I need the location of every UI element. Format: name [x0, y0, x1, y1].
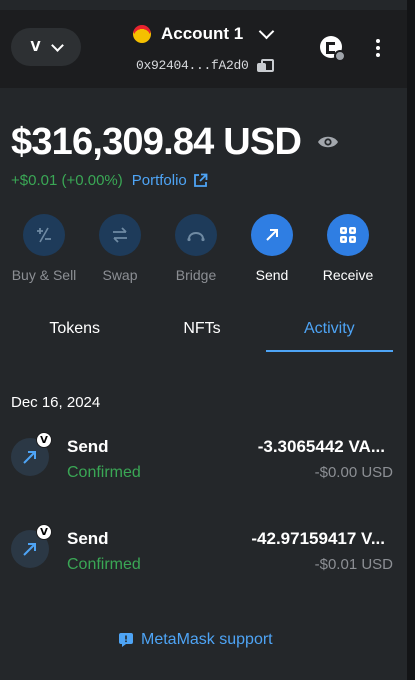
bridge-label: Bridge [175, 267, 217, 283]
account-avatar-icon [133, 25, 151, 43]
buy-sell-label: Buy & Sell [11, 267, 77, 283]
total-balance: $316,309.84 USD [11, 121, 302, 163]
network-badge: V [36, 524, 52, 540]
bridge-circle [175, 214, 217, 256]
connected-site-icon[interactable] [318, 34, 346, 62]
balance-change: +$0.01 (+0.00%) [11, 172, 123, 189]
support-chat-icon [119, 633, 133, 647]
account-selector[interactable]: Account 1 [133, 23, 275, 44]
chevron-down-icon [258, 23, 275, 39]
activity-date: Dec 16, 2024 [11, 394, 101, 411]
network-selector[interactable]: V [11, 28, 81, 66]
send-label: Send [255, 267, 289, 283]
swap-circle [99, 214, 141, 256]
swap-arrows-icon [113, 227, 127, 243]
send-button[interactable]: Send [234, 214, 310, 283]
receive-label: Receive [322, 267, 374, 283]
support-label: MetaMask support [141, 631, 273, 648]
chevron-down-icon [50, 38, 64, 52]
network-badge: V [36, 432, 52, 448]
buy-sell-circle [23, 214, 65, 256]
support-link[interactable]: MetaMask support [118, 631, 273, 649]
receive-button[interactable]: Receive [310, 214, 386, 283]
more-options-icon[interactable] [368, 38, 388, 58]
bridge-button[interactable]: Bridge [158, 214, 234, 283]
transaction-status: Confirmed [67, 464, 141, 481]
wallet-panel: V Account 1 0x92404...fA2d0 $316,309.84 … [0, 0, 407, 680]
external-link-icon [193, 173, 208, 187]
transaction-type: Send [67, 529, 109, 548]
transaction-status: Confirmed [67, 556, 141, 573]
tab-nfts[interactable]: NFTs [138, 310, 265, 348]
receive-circle [327, 214, 369, 256]
address-copy-button[interactable]: 0x92404...fA2d0 [136, 58, 274, 73]
tab-tokens[interactable]: Tokens [11, 310, 138, 348]
transaction-amount: -3.3065442 VA... [257, 437, 385, 456]
transaction-fiat: -$0.01 USD [314, 556, 393, 573]
tab-activity[interactable]: Activity [265, 310, 394, 352]
action-buttons: Buy & Sell Swap Bridge Send Receive [6, 214, 390, 283]
balance-section: $316,309.84 USD [11, 118, 339, 166]
swap-button[interactable]: Swap [82, 214, 158, 283]
asset-tabs: Tokens NFTs Activity [11, 310, 394, 354]
transaction-row[interactable]: V Send Confirmed -3.3065442 VA... -$0.00… [0, 432, 407, 494]
account-name: Account 1 [161, 24, 244, 43]
transaction-row[interactable]: V Send Confirmed -42.97159417 V... -$0.0… [0, 524, 407, 586]
plus-minus-icon [37, 227, 51, 243]
swap-label: Swap [102, 267, 138, 283]
copy-icon [256, 58, 274, 73]
window-right-edge [407, 0, 415, 680]
receive-qr-icon [340, 227, 356, 243]
send-circle [251, 214, 293, 256]
header-bar: V Account 1 0x92404...fA2d0 [0, 10, 407, 88]
buy-sell-button[interactable]: Buy & Sell [6, 214, 82, 283]
transaction-type: Send [67, 437, 109, 456]
network-label: V [30, 39, 41, 55]
send-arrow-icon [23, 451, 36, 464]
transaction-fiat: -$0.00 USD [314, 464, 393, 481]
account-address: 0x92404...fA2d0 [136, 58, 249, 73]
eye-icon[interactable] [317, 135, 339, 149]
transaction-amount: -42.97159417 V... [251, 529, 385, 548]
balance-change-row: +$0.01 (+0.00%) Portfolio [11, 172, 208, 189]
portfolio-link[interactable]: Portfolio [132, 172, 208, 189]
bridge-icon [187, 232, 205, 242]
send-arrow-icon [266, 229, 278, 241]
portfolio-label: Portfolio [131, 172, 187, 189]
send-arrow-icon [23, 543, 36, 556]
